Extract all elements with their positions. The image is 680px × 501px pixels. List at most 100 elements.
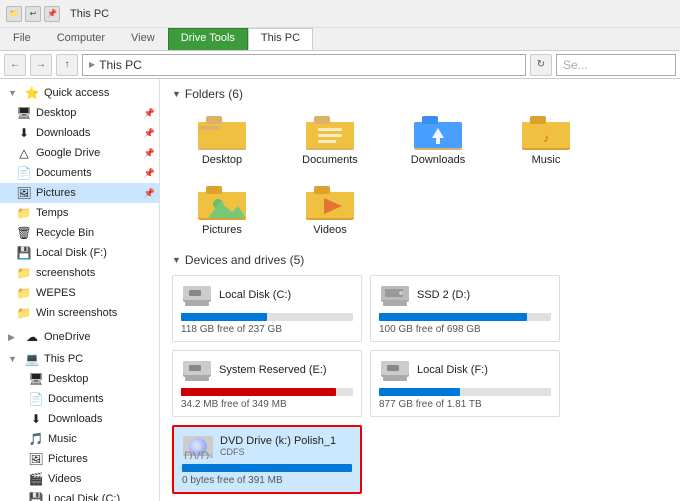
folders-grid: Desktop Documents xyxy=(172,109,668,241)
desktop-icon: 🖥 xyxy=(16,105,32,121)
undo-icon[interactable]: ↩ xyxy=(25,6,41,22)
folder-desktop-label: Desktop xyxy=(202,154,242,166)
address-chevron: ▶ xyxy=(89,60,95,69)
drive-c-bar-fill xyxy=(181,313,267,321)
drive-e[interactable]: System Reserved (E:) 34.2 MB free of 349… xyxy=(172,350,362,417)
sidebar-item-documents[interactable]: 📄 Documents 📌 xyxy=(0,163,159,183)
drive-d-header: SSD 2 (D:) xyxy=(379,282,551,308)
window-controls[interactable]: 📁 ↩ 📌 xyxy=(6,6,60,22)
title-bar: 📁 ↩ 📌 This PC xyxy=(0,0,680,28)
sidebar-item-screenshots[interactable]: 📁 screenshots xyxy=(0,263,159,283)
onedrive-icon: ☁ xyxy=(24,329,40,345)
drive-c-bar-bg xyxy=(181,313,353,321)
drive-d-icon xyxy=(379,282,411,308)
folder-documents[interactable]: Documents xyxy=(280,109,380,171)
drive-c[interactable]: Local Disk (C:) 118 GB free of 237 GB xyxy=(172,275,362,342)
sidebar-item-pictures[interactable]: 🖼 Pictures 📌 xyxy=(0,183,159,203)
drive-e-bar-fill xyxy=(181,388,336,396)
drive-dvd-icon: DVD-ROM xyxy=(182,433,214,459)
sidebar-item-desktop[interactable]: 🖥 Desktop 📌 xyxy=(0,103,159,123)
main-layout: ▼ ⭐ Quick access 🖥 Desktop 📌 ⬇ Downloads… xyxy=(0,79,680,501)
drive-f[interactable]: Local Disk (F:) 877 GB free of 1.81 TB xyxy=(370,350,560,417)
sidebar-item-winscreenshots[interactable]: 📁 Win screenshots xyxy=(0,303,159,323)
folder-downloads-icon xyxy=(414,114,462,152)
drive-c-icon xyxy=(181,282,213,308)
search-box[interactable]: Se... xyxy=(556,54,676,76)
drive-e-bar-bg xyxy=(181,388,353,396)
refresh-button[interactable]: ↻ xyxy=(530,54,552,76)
tab-file[interactable]: File xyxy=(0,28,44,50)
tab-computer[interactable]: Computer xyxy=(44,28,118,50)
window-title: This PC xyxy=(70,8,109,20)
sidebar-thispc-music[interactable]: 🎵 Music xyxy=(0,429,159,449)
folder-desktop[interactable]: Desktop xyxy=(172,109,272,171)
sidebar-thispc-desktop[interactable]: 🖥 Desktop xyxy=(0,369,159,389)
sidebar-item-localdisk-f[interactable]: 💾 Local Disk (F:) xyxy=(0,243,159,263)
drive-dvd-bar-fill xyxy=(182,464,352,472)
address-bar: ← → ↑ ▶ This PC ↻ Se... xyxy=(0,51,680,79)
expand-quick-access: ▼ xyxy=(8,88,20,98)
sidebar-item-temps[interactable]: 📁 Temps xyxy=(0,203,159,223)
drive-e-free: 34.2 MB free of 349 MB xyxy=(181,399,353,410)
sidebar-item-thispc[interactable]: ▼ 💻 This PC xyxy=(0,349,159,369)
sidebar-thispc-pictures[interactable]: 🖼 Pictures xyxy=(0,449,159,469)
sidebar-item-google-drive[interactable]: △ Google Drive 📌 xyxy=(0,143,159,163)
folder-pictures-icon xyxy=(198,184,246,222)
drive-d-bar-fill xyxy=(379,313,527,321)
ribbon-tabs: File Computer View Drive Tools This PC xyxy=(0,28,680,50)
folder-music-label: Music xyxy=(532,154,561,166)
tab-this-pc[interactable]: This PC xyxy=(248,28,313,50)
up-button[interactable]: ↑ xyxy=(56,54,78,76)
pictures-icon2: 🖼 xyxy=(28,451,44,467)
folder-videos-label: Videos xyxy=(313,224,346,236)
tab-view[interactable]: View xyxy=(118,28,168,50)
gdrive-icon: △ xyxy=(16,145,32,161)
drives-arrow: ▼ xyxy=(172,255,181,265)
folder-documents-label: Documents xyxy=(302,154,358,166)
drive-e-name: System Reserved (E:) xyxy=(219,364,353,376)
drives-section-label: Devices and drives (5) xyxy=(185,253,304,267)
drive-c-info: Local Disk (C:) xyxy=(219,289,353,301)
folder-pictures[interactable]: Pictures xyxy=(172,179,272,241)
sidebar-item-onedrive[interactable]: ▶ ☁ OneDrive xyxy=(0,327,159,347)
drives-section-title: ▼ Devices and drives (5) xyxy=(172,253,668,267)
drive-dvd[interactable]: DVD-ROM DVD Drive (k:) Polish_1 CDFS xyxy=(172,425,362,494)
back-button[interactable]: ← xyxy=(4,54,26,76)
folder-videos[interactable]: Videos xyxy=(280,179,380,241)
sidebar-thispc-downloads[interactable]: ⬇ Downloads xyxy=(0,409,159,429)
drive-dvd-info: DVD Drive (k:) Polish_1 CDFS xyxy=(220,435,352,457)
sidebar-item-recycle-bin[interactable]: 🗑 Recycle Bin xyxy=(0,223,159,243)
sidebar-thispc-videos[interactable]: 🎬 Videos xyxy=(0,469,159,489)
drive-dvd-free: 0 bytes free of 391 MB xyxy=(182,475,352,486)
folder-music[interactable]: ♪ Music xyxy=(496,109,596,171)
videos-icon: 🎬 xyxy=(28,471,44,487)
recycle-icon: 🗑 xyxy=(16,225,32,241)
documents-icon: 📄 xyxy=(16,165,32,181)
drive-d-info: SSD 2 (D:) xyxy=(417,289,551,301)
computer-icon: 💻 xyxy=(24,351,40,367)
tab-drive-tools[interactable]: Drive Tools xyxy=(168,28,248,50)
drive-d[interactable]: SSD 2 (D:) 100 GB free of 698 GB xyxy=(370,275,560,342)
drive-c-header: Local Disk (C:) xyxy=(181,282,353,308)
folder-icon3: 📁 xyxy=(16,285,32,301)
expand-thispc: ▼ xyxy=(8,354,20,364)
forward-button[interactable]: → xyxy=(30,54,52,76)
sidebar-item-wepes[interactable]: 📁 WEPES xyxy=(0,283,159,303)
pin-icon[interactable]: 📌 xyxy=(44,6,60,22)
sidebar-thispc-c[interactable]: 💾 Local Disk (C:) xyxy=(0,489,159,501)
pin-marker5: 📌 xyxy=(144,188,155,199)
sidebar-thispc-documents[interactable]: 📄 Documents xyxy=(0,389,159,409)
address-field[interactable]: ▶ This PC xyxy=(82,54,526,76)
sidebar: ▼ ⭐ Quick access 🖥 Desktop 📌 ⬇ Downloads… xyxy=(0,79,160,501)
sidebar-item-quick-access[interactable]: ▼ ⭐ Quick access xyxy=(0,83,159,103)
drive-dvd-header: DVD-ROM DVD Drive (k:) Polish_1 CDFS xyxy=(182,433,352,459)
folder-icon2: 📁 xyxy=(16,265,32,281)
drive-d-free: 100 GB free of 698 GB xyxy=(379,324,551,335)
sidebar-item-downloads[interactable]: ⬇ Downloads 📌 xyxy=(0,123,159,143)
drive-d-bar-bg xyxy=(379,313,551,321)
folder-icon: 📁 xyxy=(16,205,32,221)
drive-dvd-name: DVD Drive (k:) Polish_1 xyxy=(220,435,352,447)
folder-downloads[interactable]: Downloads xyxy=(388,109,488,171)
folder-desktop-icon xyxy=(198,114,246,152)
content-area: ▼ Folders (6) Desktop xyxy=(160,79,680,501)
